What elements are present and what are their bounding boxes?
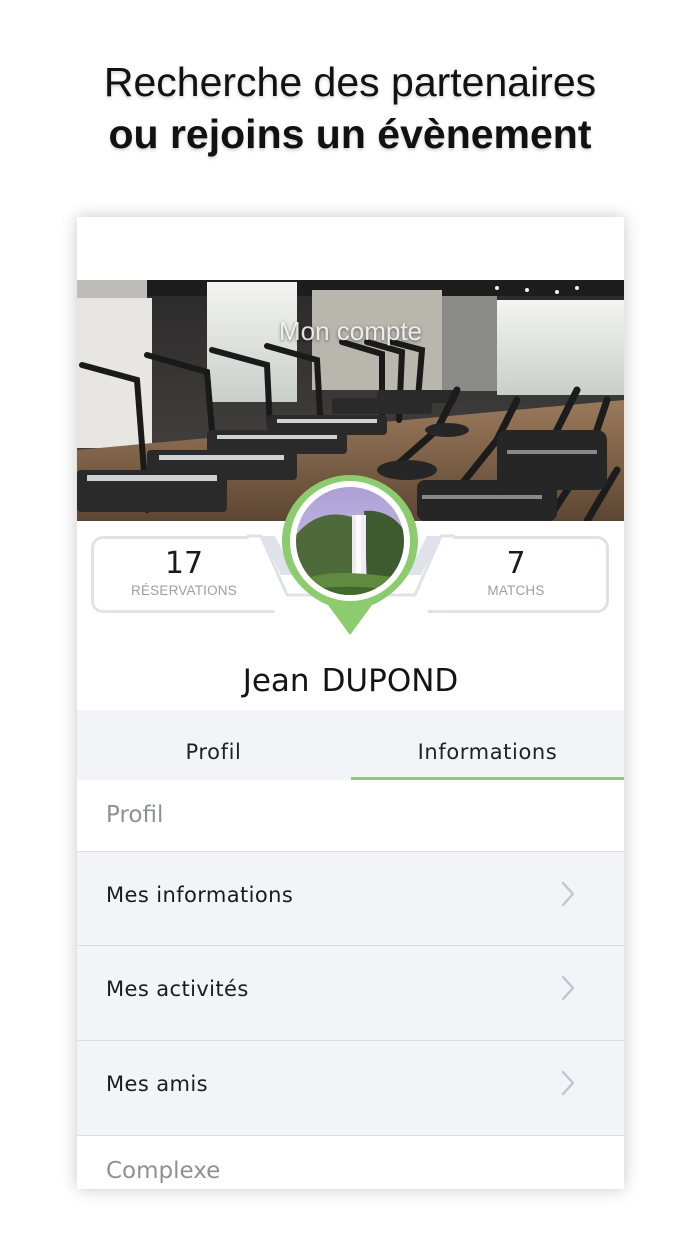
menu-item-label: Mes activités xyxy=(106,977,249,1001)
menu-item-mes-activites[interactable]: Mes activités xyxy=(77,945,624,1040)
promo-line-2: ou rejoins un évènement xyxy=(108,111,592,157)
section-title-profil: Profil xyxy=(106,802,164,828)
chevron-right-icon xyxy=(561,881,575,907)
menu-item-label: Mes informations xyxy=(106,883,294,907)
tab-informations[interactable]: Informations xyxy=(351,710,624,780)
section-header-complexe: Complexe xyxy=(77,1135,624,1189)
section-title-complexe: Complexe xyxy=(106,1158,221,1184)
tab-bar: Profil Informations xyxy=(77,710,624,780)
tab-profil[interactable]: Profil xyxy=(77,710,350,780)
user-first-name: Jean xyxy=(242,663,310,699)
chevron-right-icon xyxy=(561,975,575,1001)
screen-title: Mon compte xyxy=(278,316,423,346)
menu-item-mes-amis[interactable]: Mes amis xyxy=(77,1040,624,1135)
user-full-name: Jean DUPOND xyxy=(77,663,624,699)
section-header-profil: Profil xyxy=(77,780,624,852)
menu-item-mes-informations[interactable]: Mes informations xyxy=(77,851,624,946)
avatar[interactable] xyxy=(282,475,418,637)
user-last-name: DUPOND xyxy=(321,663,459,699)
promo-line-1: Recherche des partenaires xyxy=(103,59,597,105)
phone-screen: Mon compte 17 RÉSERVATIONS 7 MATCHS Jean… xyxy=(77,217,624,1189)
menu-item-label: Mes amis xyxy=(106,1072,208,1096)
chevron-right-icon xyxy=(561,1070,575,1096)
promo-headline: Recherche des partenaires ou rejoins un … xyxy=(0,56,700,160)
